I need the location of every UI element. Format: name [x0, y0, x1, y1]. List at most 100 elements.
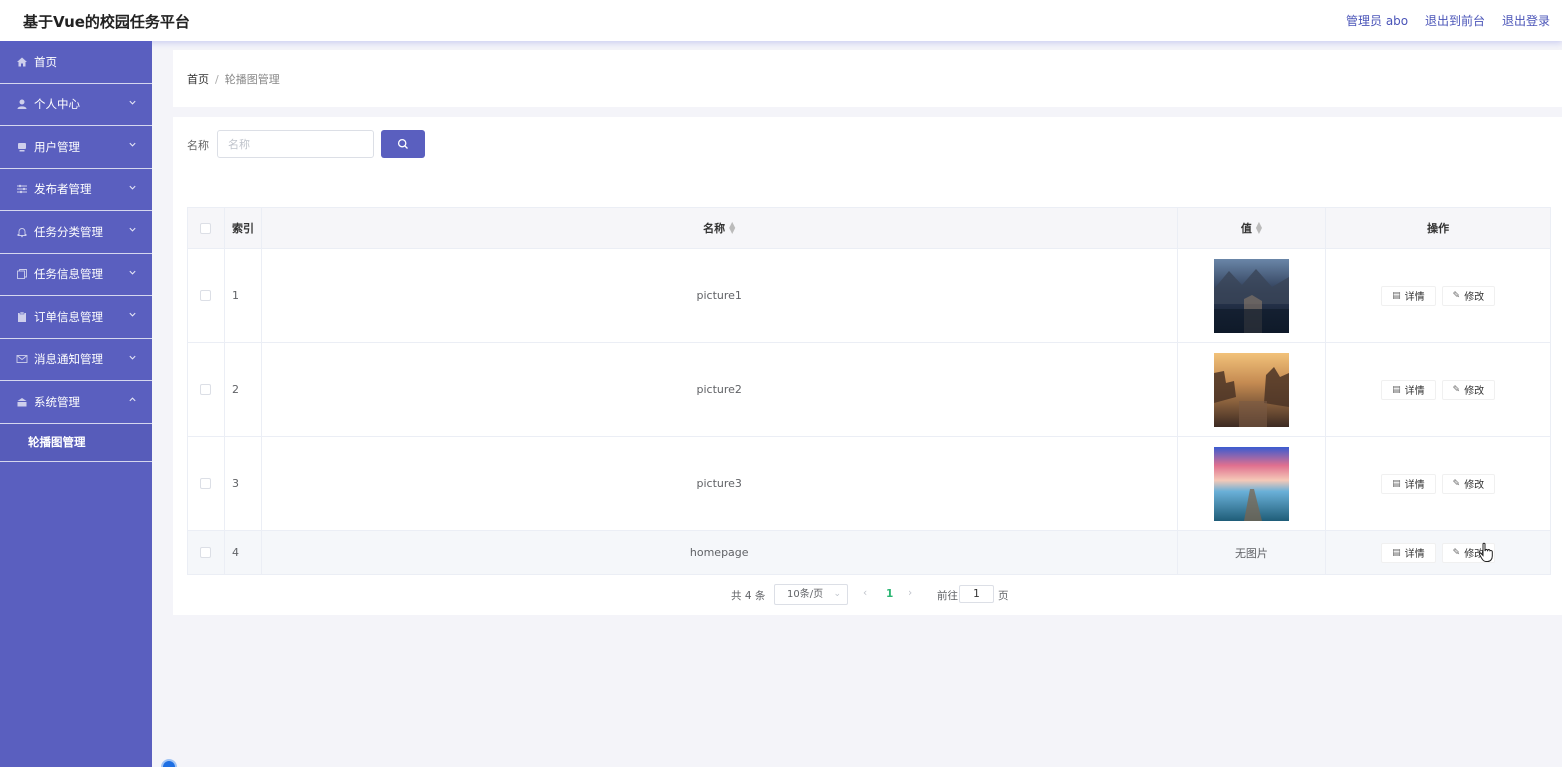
sidebar-item-task-info[interactable]: 任务信息管理: [0, 254, 152, 296]
sidebar-item-label: 订单信息管理: [34, 309, 103, 324]
sidebar-item-message-notice[interactable]: 消息通知管理: [0, 339, 152, 381]
pier-sky-image[interactable]: [1213, 446, 1289, 521]
row-checkbox-cell: [188, 437, 225, 530]
edit-icon: ✎: [1452, 547, 1461, 558]
row-checkbox[interactable]: [200, 478, 212, 489]
goto-front-link[interactable]: 退出到前台: [1425, 12, 1485, 29]
users-icon: [16, 141, 28, 153]
row-checkbox-cell: [188, 249, 225, 342]
row-value: [1178, 343, 1327, 436]
chevron-down-icon: [128, 98, 138, 108]
current-user: 管理员 abo: [1346, 14, 1409, 28]
breadcrumb-current: 轮播图管理: [224, 73, 280, 86]
detail-button[interactable]: ▤ 详情: [1381, 285, 1436, 306]
detail-button[interactable]: ▤ 详情: [1381, 542, 1436, 563]
row-index: 1: [225, 249, 262, 342]
sidebar-item-user-management[interactable]: 用户管理: [0, 126, 152, 169]
column-header-index: 索引: [225, 208, 262, 248]
sidebar: 首页 个人中心 用户管理 发布者管理 任务分类管理 任务信息管理 订单信息管理 …: [0, 41, 152, 767]
sidebar-item-publisher-management[interactable]: 发布者管理: [0, 169, 152, 211]
edit-label: 修改: [1464, 480, 1485, 491]
prev-page-button[interactable]: ‹: [863, 587, 867, 599]
sidebar-item-label: 首页: [34, 54, 57, 69]
sidebar-item-label: 系统管理: [34, 394, 80, 409]
header-checkbox-cell: [188, 208, 225, 248]
page-unit-label: 页: [998, 590, 1009, 602]
select-all-checkbox[interactable]: [200, 222, 212, 234]
chevron-down-icon: [128, 268, 138, 278]
sidebar-item-label: 用户管理: [34, 139, 80, 154]
column-header-name[interactable]: 名称 ▲ ▼: [262, 208, 1178, 248]
row-index: 2: [225, 343, 262, 436]
breadcrumb: 首页 / 轮播图管理: [187, 71, 280, 87]
edit-button[interactable]: ✎ 修改: [1441, 285, 1496, 306]
pagination: 共 4 条 10条/页 ⌄ ‹ 1 › 前往 页: [173, 584, 1562, 606]
row-actions: ▤ 详情 ✎ 修改: [1326, 249, 1550, 342]
sliders-icon: [16, 183, 28, 195]
search-input[interactable]: [217, 130, 374, 158]
sidebar-subitem-carousel-management[interactable]: 轮播图管理: [0, 423, 152, 462]
mountain-lake-image[interactable]: [1213, 258, 1289, 333]
row-checkbox[interactable]: [200, 290, 212, 301]
hand-cursor-icon: [1478, 542, 1493, 562]
edit-button[interactable]: ✎ 修改: [1441, 379, 1496, 400]
chevron-up-icon: [128, 395, 138, 405]
sunset-town-image[interactable]: [1213, 352, 1289, 427]
detail-button[interactable]: ▤ 详情: [1381, 473, 1436, 494]
row-actions: ▤ 详情 ✎ 修改: [1326, 437, 1550, 530]
next-page-button[interactable]: ›: [908, 587, 912, 599]
document-icon: ▤: [1392, 384, 1401, 395]
carousel-table: 索引 名称▲▼ 值▲▼ 操作 1 picture1 ▤详情 ✎修改: [187, 207, 1551, 575]
sidebar-item-personal-center[interactable]: 个人中心: [0, 84, 152, 126]
row-checkbox-cell: [188, 343, 225, 436]
row-name: picture2: [262, 343, 1178, 436]
row-name: picture3: [262, 437, 1178, 530]
page-size-select[interactable]: 10条/页 ⌄: [774, 584, 848, 605]
edit-label: 修改: [1464, 292, 1485, 303]
breadcrumb-home[interactable]: 首页: [187, 73, 209, 86]
row-index: 4: [225, 531, 262, 574]
edit-icon: ✎: [1452, 384, 1461, 395]
chevron-down-icon: [128, 353, 138, 363]
sort-icon: ▲ ▼: [729, 220, 736, 235]
row-checkbox[interactable]: [200, 547, 212, 558]
page-number-current[interactable]: 1: [886, 588, 893, 600]
column-header-value[interactable]: 值 ▲ ▼: [1178, 208, 1327, 248]
column-header-actions: 操作: [1427, 222, 1450, 235]
pagination-total: 共 4 条: [731, 590, 766, 602]
mail-icon: [16, 353, 28, 365]
row-checkbox[interactable]: [200, 384, 212, 395]
sidebar-item-system-management[interactable]: 系统管理: [0, 381, 152, 424]
box-icon: [16, 396, 28, 408]
detail-button[interactable]: ▤ 详情: [1381, 379, 1436, 400]
row-checkbox-cell: [188, 531, 225, 574]
column-header-label: 名称: [703, 222, 726, 235]
copy-icon: [16, 268, 28, 280]
search-button[interactable]: [381, 130, 425, 158]
sidebar-item-order-info[interactable]: 订单信息管理: [0, 296, 152, 339]
sort-icon: ▲ ▼: [1255, 220, 1263, 235]
row-value: [1178, 437, 1327, 530]
sidebar-item-home[interactable]: 首页: [0, 41, 152, 84]
document-icon: ▤: [1392, 478, 1401, 489]
sidebar-item-label: 个人中心: [34, 97, 80, 112]
edit-button[interactable]: ✎ 修改: [1441, 473, 1496, 494]
row-name: homepage: [262, 531, 1178, 574]
goto-page-input[interactable]: [959, 585, 994, 603]
chevron-down-icon: ⌄: [833, 589, 841, 599]
row-value: [1178, 249, 1327, 342]
floating-indicator: [161, 759, 177, 767]
detail-label: 详情: [1404, 480, 1425, 491]
sidebar-item-label: 发布者管理: [34, 182, 92, 197]
detail-label: 详情: [1404, 386, 1425, 397]
sidebar-item-task-category[interactable]: 任务分类管理: [0, 211, 152, 254]
table-row: 4 homepage 无图片 ▤ 详情 ✎ 修改: [188, 531, 1550, 575]
logout-link[interactable]: 退出登录: [1502, 12, 1550, 29]
chevron-down-icon: [128, 225, 138, 235]
chevron-down-icon: [128, 140, 138, 150]
sidebar-subitem-label: 轮播图管理: [28, 435, 86, 449]
document-icon: ▤: [1392, 290, 1401, 301]
row-value: 无图片: [1178, 531, 1327, 574]
chevron-down-icon: [128, 310, 138, 320]
home-icon: [16, 56, 28, 68]
